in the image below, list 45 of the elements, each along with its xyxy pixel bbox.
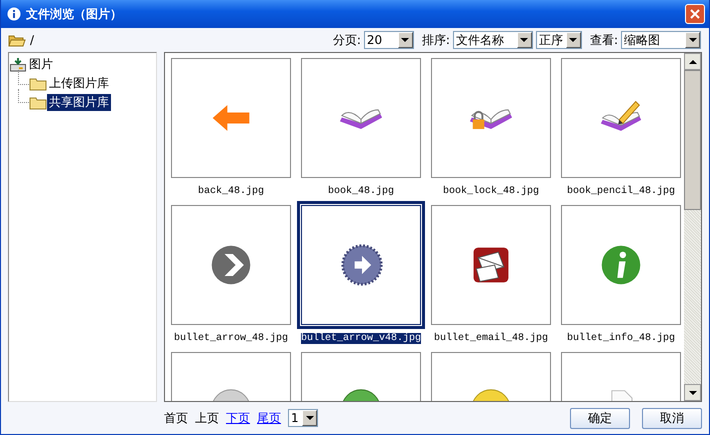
folder-icon: [8, 33, 26, 47]
pager-text: 上页: [195, 410, 219, 426]
tree-item[interactable]: 共享图片库: [47, 94, 111, 111]
sort-field-dropdown[interactable]: 文件名称: [452, 31, 533, 49]
info-icon: [599, 243, 643, 287]
page-size-dropdown[interactable]: 20: [364, 31, 414, 49]
scrollbar[interactable]: [684, 53, 701, 401]
arrow-badge-icon: [340, 243, 384, 287]
window-title: 文件浏览（图片）: [26, 6, 123, 22]
thumbnail[interactable]: [431, 205, 551, 325]
file-name: bullet_arrow_v48.jpg: [301, 333, 422, 344]
file-name: bullet_info_48.jpg: [566, 333, 676, 344]
file-name: book_lock_48.jpg: [442, 186, 540, 197]
page-size-label: 分页:: [332, 32, 361, 48]
pager-text: 首页: [164, 410, 188, 426]
thumbnail[interactable]: [171, 205, 291, 325]
view-dropdown[interactable]: 缩略图: [621, 31, 701, 49]
pager-link[interactable]: 下页: [226, 410, 250, 426]
tree-item[interactable]: 图片: [27, 56, 55, 73]
thumbnail[interactable]: [171, 58, 291, 178]
sort-order-dropdown[interactable]: 正序: [536, 31, 582, 49]
file-name: bullet_arrow_48.jpg: [172, 333, 290, 344]
pager-link[interactable]: 尾页: [257, 410, 281, 426]
thumbnail[interactable]: [431, 58, 551, 178]
chevron-icon: [209, 243, 253, 287]
dialog-button[interactable]: 取消: [642, 408, 702, 428]
view-label: 查看:: [590, 32, 618, 48]
page-dropdown[interactable]: 1: [288, 409, 318, 427]
folder-icon: [29, 76, 47, 91]
thumbnail[interactable]: [301, 58, 421, 178]
info-icon: [7, 7, 21, 21]
thumbnail[interactable]: [561, 205, 681, 325]
folder-icon: [29, 95, 47, 110]
dialog-button[interactable]: 确定: [570, 408, 630, 428]
close-button[interactable]: [685, 4, 705, 24]
path-text: /: [30, 33, 34, 47]
close-icon: [690, 9, 700, 19]
file-name: book_pencil_48.jpg: [566, 186, 676, 197]
file-name: book_48.jpg: [326, 186, 395, 197]
file-name: bullet_email_48.jpg: [432, 333, 550, 344]
sort-label: 排序:: [422, 32, 450, 48]
drive-icon: [9, 57, 27, 72]
file-name: back_48.jpg: [196, 186, 265, 197]
tree-item[interactable]: 上传图片库: [47, 75, 111, 92]
thumbnail[interactable]: [561, 58, 681, 178]
